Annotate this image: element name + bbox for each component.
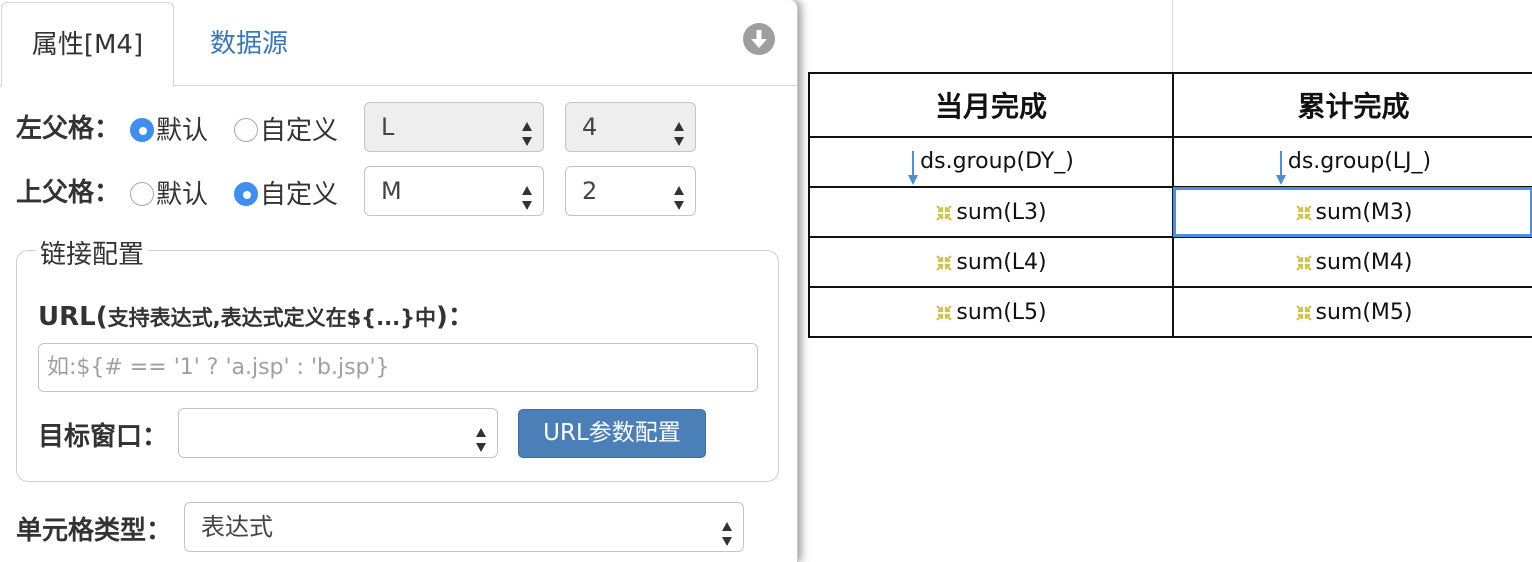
- cell-sum-l3[interactable]: sum(L3): [808, 186, 1174, 238]
- cell-header-monthly[interactable]: 当月完成: [808, 72, 1174, 138]
- radio-label: 默认: [156, 116, 209, 146]
- radio-checked-icon: [130, 117, 154, 142]
- table-header-row: 当月完成 累计完成: [808, 72, 1532, 138]
- report-table: 当月完成 累计完成 ds.group(DY_) ds.group(LJ_) su…: [808, 72, 1532, 338]
- cell-text: ds.group(LJ_): [1287, 149, 1432, 174]
- radio-label: 自定义: [260, 180, 339, 210]
- radio-unchecked-icon: [234, 117, 258, 142]
- up-down-arrows-icon: [721, 515, 733, 546]
- cell-text: ds.group(DY_): [920, 149, 1074, 174]
- url-label-hint: 支持表达式,表达式定义在${...}中: [107, 306, 437, 330]
- left-parent-row-select[interactable]: 4: [565, 102, 696, 152]
- radio-label: 默认: [156, 180, 209, 210]
- cell-group-dy[interactable]: ds.group(DY_): [808, 136, 1174, 188]
- top-parent-label: 上父格：: [16, 178, 121, 208]
- url-input[interactable]: [39, 344, 757, 391]
- target-window-select[interactable]: [178, 408, 498, 458]
- cell-sum-l5[interactable]: sum(L5): [808, 286, 1174, 338]
- left-parent-custom-radio[interactable]: 自定义: [234, 110, 338, 147]
- table-row: sum(L5) sum(M5): [808, 286, 1532, 338]
- up-down-arrows-icon: [673, 179, 685, 210]
- cell-text: sum(M5): [1315, 299, 1413, 325]
- cell-text: sum(L4): [956, 249, 1047, 275]
- radio-label: 自定义: [260, 116, 339, 146]
- top-parent-column-select[interactable]: M: [364, 166, 544, 216]
- top-parent-row-select[interactable]: 2: [565, 166, 696, 216]
- select-value: 表达式: [201, 513, 273, 541]
- cell-header-cumulative[interactable]: 累计完成: [1172, 72, 1532, 138]
- cell-sum-l4[interactable]: sum(L4): [808, 236, 1174, 288]
- cell-text: sum(M3): [1315, 199, 1413, 225]
- link-config-legend: 链接配置: [36, 234, 149, 271]
- cell-text: sum(L3): [956, 199, 1047, 225]
- top-parent-custom-radio[interactable]: 自定义: [234, 174, 338, 211]
- select-value: M: [381, 177, 402, 205]
- select-value: L: [381, 113, 395, 141]
- panel-tabbar: 属性[M4] 数据源: [0, 0, 797, 87]
- url-label-end: )：: [436, 302, 474, 332]
- collapse-arrows-icon: [935, 203, 953, 221]
- collapse-arrows-icon: [935, 253, 953, 271]
- cell-property-panel: 属性[M4] 数据源 左父格： 默认 自定义 L 4 上父格： 默认 自定义 M: [0, 0, 798, 562]
- cell-sum-m4[interactable]: sum(M4): [1172, 236, 1532, 288]
- collapse-arrows-icon: [1295, 253, 1313, 271]
- cell-type-label: 单元格类型：: [16, 516, 173, 546]
- cell-sum-m5[interactable]: sum(M5): [1172, 286, 1532, 338]
- up-down-arrows-icon: [521, 179, 533, 210]
- top-parent-default-radio[interactable]: 默认: [130, 174, 208, 211]
- tab-properties[interactable]: 属性[M4]: [1, 2, 174, 87]
- cell-sum-m3[interactable]: sum(M3): [1172, 186, 1532, 238]
- collapse-arrows-icon: [1295, 303, 1313, 321]
- radio-unchecked-icon: [130, 181, 154, 206]
- left-parent-column-select[interactable]: L: [364, 102, 544, 152]
- circle-down-arrow-icon[interactable]: [743, 23, 775, 55]
- target-window-label: 目标窗口：: [38, 422, 169, 452]
- down-arrow-icon: [1275, 151, 1286, 185]
- up-down-arrows-icon: [475, 421, 487, 452]
- tab-datasource[interactable]: 数据源: [180, 2, 318, 86]
- url-field-wrapper: [38, 343, 758, 392]
- select-value: 2: [582, 177, 598, 205]
- left-parent-label: 左父格：: [16, 114, 121, 144]
- column-divider: [1172, 0, 1173, 73]
- up-down-arrows-icon: [521, 115, 533, 146]
- left-parent-default-radio[interactable]: 默认: [130, 110, 208, 147]
- collapse-arrows-icon: [1295, 203, 1313, 221]
- collapse-arrows-icon: [935, 303, 953, 321]
- table-row: sum(L3) sum(M3): [808, 186, 1532, 238]
- table-row: sum(L4) sum(M4): [808, 236, 1532, 288]
- down-arrow-icon: [908, 151, 919, 185]
- url-label-main: URL(: [38, 302, 108, 332]
- radio-checked-icon: [234, 181, 258, 206]
- cell-text: sum(M4): [1315, 249, 1413, 275]
- up-down-arrows-icon: [673, 115, 685, 146]
- table-row: ds.group(DY_) ds.group(LJ_): [808, 136, 1532, 188]
- url-params-config-button[interactable]: URL参数配置: [518, 409, 706, 458]
- cell-text: sum(L5): [956, 299, 1047, 325]
- cell-group-lj[interactable]: ds.group(LJ_): [1172, 136, 1532, 188]
- cell-type-select[interactable]: 表达式: [184, 502, 744, 552]
- url-label: URL(支持表达式,表达式定义在${...}中)：: [38, 296, 474, 333]
- select-value: 4: [582, 113, 598, 141]
